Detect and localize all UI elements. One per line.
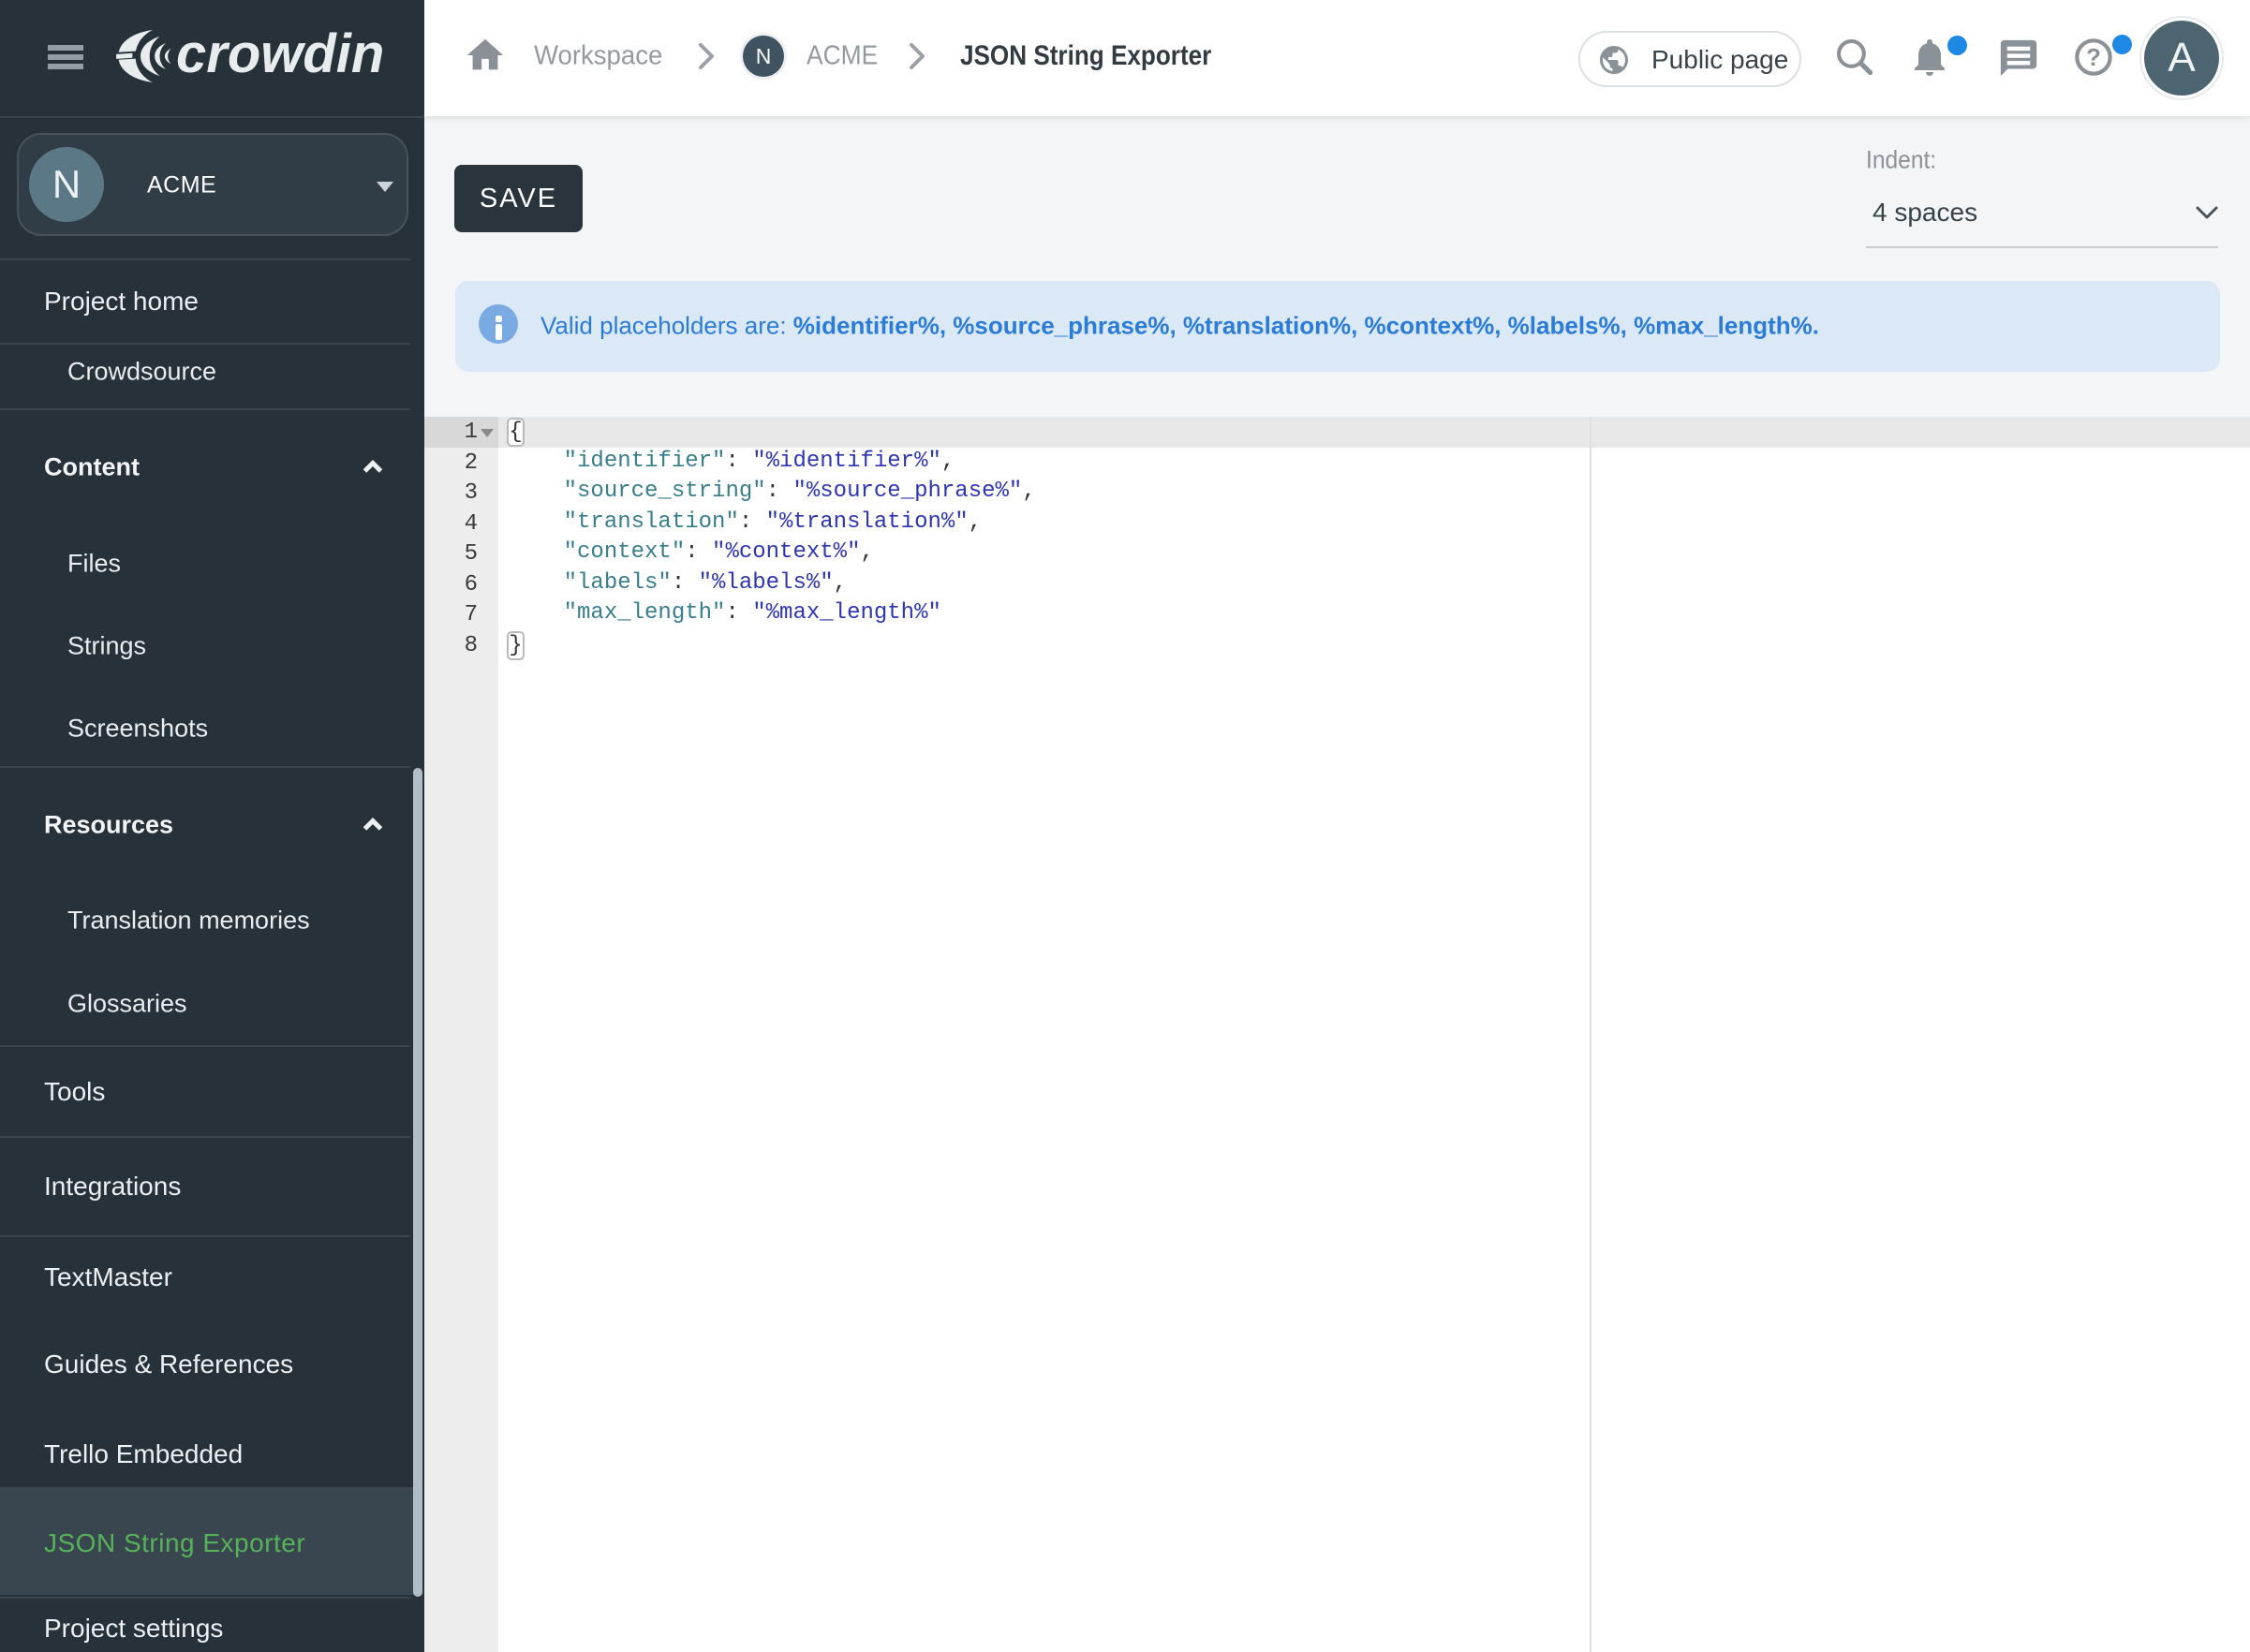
svg-text:?: ? (2086, 45, 2101, 71)
svg-text:crowdin: crowdin (176, 30, 384, 84)
